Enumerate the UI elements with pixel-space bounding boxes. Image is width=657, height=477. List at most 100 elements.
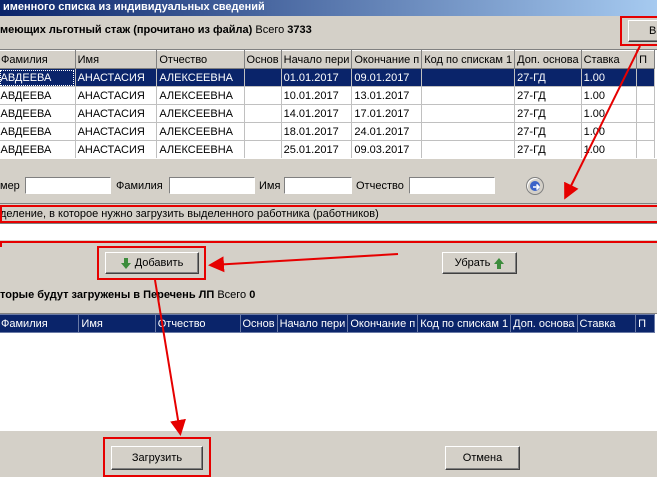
table-cell-p: [636, 68, 655, 87]
select-file-button[interactable]: В: [628, 20, 657, 42]
top-grid-col-header[interactable]: Доп. основа: [514, 50, 582, 69]
table-cell-rate: 1.00: [581, 104, 638, 123]
table-cell-p: [636, 140, 655, 158]
table-cell-dop: 27-ГД: [514, 86, 582, 105]
table-cell-osn: [244, 140, 282, 158]
table-cell-code: [421, 104, 516, 123]
table-row[interactable]: АВДЕЕВА АНАСТАСИЯ АЛЕКСЕЕВНА 01.01.2017 09.0…: [0, 68, 655, 87]
table-cell-start: 10.01.2017: [281, 86, 353, 105]
window-title: именного списка из индивидуальных сведен…: [0, 0, 657, 16]
table-row[interactable]: АВДЕЕВА АНАСТАСИЯ АЛЕКСЕЕВНА 10.01.2017 13.0…: [0, 86, 655, 105]
top-total-value: 3733: [287, 24, 312, 36]
top-grid-col-header[interactable]: Начало пери: [280, 50, 353, 69]
cancel-button[interactable]: Отмена: [445, 446, 520, 470]
table-row[interactable]: АВДЕЕВА АНАСТАСИЯ АЛЕКСЕЕВНА 14.01.2017 17.0…: [0, 104, 655, 123]
bottom-grid-col-header[interactable]: Окончание п: [347, 314, 419, 333]
table-cell-p: [636, 86, 655, 105]
table-cell-dop: 27-ГД: [514, 140, 582, 158]
patronymic-input[interactable]: [409, 177, 495, 194]
load-button[interactable]: Загрузить: [111, 446, 203, 470]
table-cell-fam: АВДЕЕВА: [0, 140, 76, 158]
table-cell-fam: АВДЕЕВА: [0, 104, 76, 123]
table-cell-start: 18.01.2017: [281, 122, 353, 141]
top-grid-col-header[interactable]: П: [636, 50, 655, 69]
bottom-total-value: 0: [249, 289, 256, 301]
table-cell-dop: 27-ГД: [514, 122, 582, 141]
top-grid-col-header[interactable]: Имя: [74, 50, 158, 69]
table-row[interactable]: АВДЕЕВА АНАСТАСИЯ АЛЕКСЕЕВНА 25.01.2017 09.0…: [0, 140, 655, 158]
table-cell-p: [636, 122, 655, 141]
arrow-down-icon: [120, 257, 131, 269]
top-employee-grid[interactable]: Фамилия Имя Отчество Основ Начало пери Оконча…: [0, 49, 657, 159]
search-go-button[interactable]: [526, 177, 544, 195]
bottom-grid-col-header[interactable]: Код по спискам 1: [417, 314, 512, 333]
table-cell-end: 09.01.2017: [351, 68, 423, 87]
number-input[interactable]: [25, 177, 111, 194]
top-caption-text: меющих льготный стаж (прочитано из файла…: [0, 24, 253, 36]
top-grid-col-header[interactable]: Фамилия: [0, 50, 76, 69]
bottom-grid-col-header[interactable]: Начало пери: [276, 314, 349, 333]
table-cell-code: [421, 68, 516, 87]
table-row[interactable]: АВДЕЕВА АНАСТАСИЯ АЛЕКСЕЕВНА 18.01.2017 24.0…: [0, 122, 655, 141]
filter-bar: мер Фамилия Имя Отчество: [0, 175, 657, 199]
arrow-department-to-add: [208, 253, 399, 273]
table-cell-start: 01.01.2017: [281, 68, 353, 87]
table-cell-fam: АВДЕЕВА: [0, 86, 76, 105]
add-button[interactable]: Добавить: [105, 252, 199, 274]
table-cell-otch: АЛЕКСЕЕВНА: [156, 86, 245, 105]
table-cell-dop: 27-ГД: [514, 68, 582, 87]
table-cell-osn: [244, 68, 282, 87]
top-grid-col-header[interactable]: Окончание п: [351, 50, 423, 69]
add-button-label: Добавить: [134, 257, 184, 269]
bottom-section-caption: торые будут загружены в Перечень ЛП Всег…: [0, 289, 255, 301]
bottom-grid-col-header[interactable]: Имя: [78, 314, 156, 333]
bottom-grid-col-header[interactable]: Ставка: [576, 314, 637, 333]
table-cell-rate: 1.00: [581, 68, 638, 87]
bottom-grid-col-header[interactable]: Фамилия: [0, 314, 80, 333]
table-cell-name: АНАСТАСИЯ: [75, 86, 158, 105]
bottom-grid-col-header[interactable]: Доп. основа: [510, 314, 578, 333]
table-cell-name: АНАСТАСИЯ: [75, 140, 158, 158]
table-cell-otch: АЛЕКСЕЕВНА: [156, 122, 245, 141]
top-grid-col-header[interactable]: Основ: [243, 50, 282, 69]
table-cell-name: АНАСТАСИЯ: [75, 104, 158, 123]
remove-button-label: Убрать: [454, 257, 491, 269]
bottom-grid-col-header[interactable]: П: [635, 314, 655, 333]
department-hint: деление, в которое нужно загрузить выдел…: [0, 207, 657, 221]
top-grid-col-header[interactable]: Ставка: [580, 50, 638, 69]
department-field[interactable]: [0, 223, 657, 240]
table-cell-otch: АЛЕКСЕЕВНА: [156, 140, 245, 158]
bottom-employee-grid[interactable]: Фамилия Имя Отчество Основ Начало пери Оконча…: [0, 313, 657, 431]
arrow-right-circle-icon: [533, 183, 541, 191]
table-cell-rate: 1.00: [581, 122, 638, 141]
table-cell-fam: АВДЕЕВА: [0, 122, 76, 141]
top-section-caption: меющих льготный стаж (прочитано из файла…: [0, 24, 312, 36]
select-file-button-label: В: [649, 25, 657, 37]
table-cell-end: 17.01.2017: [351, 104, 423, 123]
top-grid-col-header[interactable]: Код по спискам 1: [421, 50, 516, 69]
top-grid-col-header[interactable]: Отчество: [156, 50, 245, 69]
surname-input[interactable]: [169, 177, 255, 194]
table-cell-rate: 1.00: [581, 140, 638, 158]
remove-button[interactable]: Убрать: [442, 252, 517, 274]
table-cell-osn: [244, 86, 282, 105]
table-cell-end: 13.01.2017: [351, 86, 423, 105]
table-cell-code: [421, 140, 516, 158]
table-cell-dop: 27-ГД: [514, 104, 582, 123]
table-cell-p: [636, 104, 655, 123]
table-cell-otch: АЛЕКСЕЕВНА: [156, 104, 245, 123]
top-total-label: Всего: [255, 24, 285, 36]
highlight-box-department-field: [0, 241, 657, 247]
table-cell-code: [421, 86, 516, 105]
cancel-button-label: Отмена: [462, 452, 503, 464]
table-cell-end: 24.01.2017: [351, 122, 423, 141]
table-cell-osn: [244, 122, 282, 141]
bottom-grid-col-header[interactable]: Отчество: [154, 314, 241, 333]
surname-label: Фамилия: [116, 180, 163, 192]
table-cell-end: 09.03.2017: [351, 140, 423, 158]
name-input[interactable]: [284, 177, 352, 194]
bottom-total-label: Всего: [217, 289, 247, 301]
name-label: Имя: [259, 180, 281, 192]
bottom-grid-col-header[interactable]: Основ: [239, 314, 278, 333]
table-cell-otch: АЛЕКСЕЕВНА: [156, 68, 245, 87]
